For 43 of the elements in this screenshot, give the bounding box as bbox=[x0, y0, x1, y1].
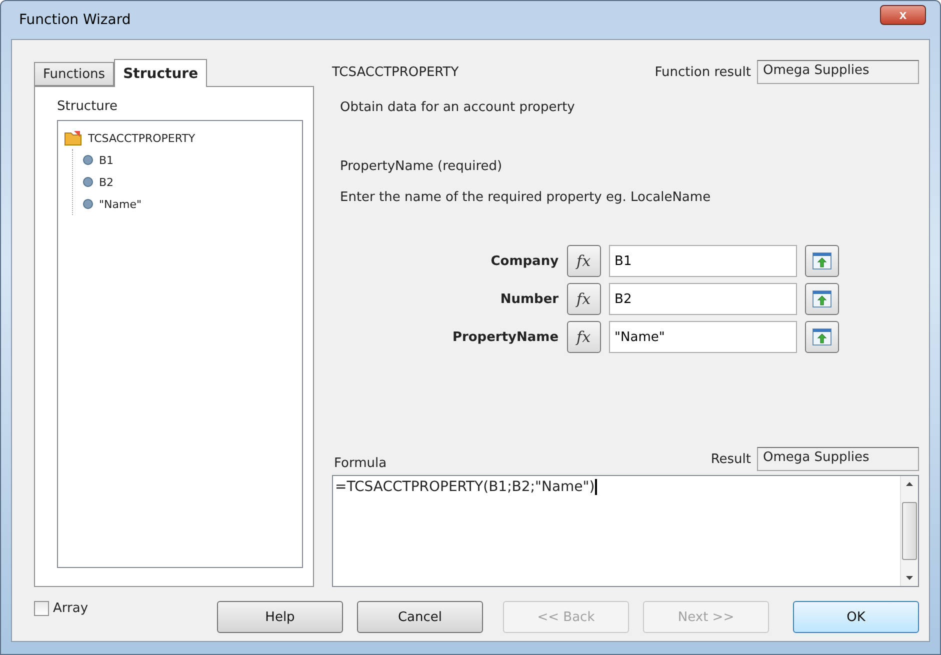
result-field: Omega Supplies bbox=[757, 447, 919, 471]
formula-field[interactable]: =TCSACCTPROPERTY(B1;B2;"Name") bbox=[332, 475, 919, 587]
tree-item[interactable]: B2 bbox=[99, 176, 114, 188]
up-arrow-icon bbox=[906, 482, 913, 486]
scrollbar[interactable] bbox=[900, 476, 918, 586]
structure-label: Structure bbox=[57, 99, 118, 114]
dot-icon bbox=[83, 155, 93, 165]
shrink-button[interactable] bbox=[804, 245, 839, 277]
argument-description: Enter the name of the required property eg. LocaleName bbox=[339, 190, 712, 205]
tab[interactable]: Functions bbox=[34, 62, 114, 86]
formula-text: =TCSACCTPROPERTY(B1;B2;"Name") bbox=[335, 479, 597, 495]
function-button[interactable]: fx bbox=[566, 245, 601, 277]
function-result-label: Function result bbox=[654, 64, 751, 80]
folder-icon bbox=[64, 130, 82, 146]
tree-item[interactable]: TCSACCTPROPERTY bbox=[88, 132, 196, 144]
argument-field[interactable]: B2 bbox=[608, 283, 797, 315]
tree-item[interactable]: B1 bbox=[99, 154, 114, 166]
argument-label: PropertyName bbox=[452, 330, 559, 344]
function-button[interactable]: fx bbox=[566, 321, 601, 353]
argument-field[interactable]: "Name" bbox=[608, 321, 797, 353]
shrink-button[interactable] bbox=[804, 321, 839, 353]
tree-item[interactable]: "Name" bbox=[99, 198, 142, 210]
dialog-button[interactable]: Cancel bbox=[357, 601, 483, 633]
dialog-button[interactable]: Help bbox=[217, 601, 343, 633]
down-arrow-icon bbox=[906, 576, 913, 580]
dot-icon bbox=[83, 177, 93, 187]
dot-icon bbox=[83, 199, 93, 209]
function-button[interactable]: fx bbox=[566, 283, 601, 315]
argument-field[interactable]: B1 bbox=[608, 245, 797, 277]
window-title: Function Wizard bbox=[19, 12, 131, 28]
array-label: Array bbox=[53, 601, 88, 616]
argument-label: Number bbox=[499, 292, 559, 306]
function-name: TCSACCTPROPERTY bbox=[332, 64, 459, 80]
argument-label: Company bbox=[490, 254, 559, 268]
tab[interactable]: Structure bbox=[114, 59, 208, 87]
formula-label: Formula bbox=[334, 456, 387, 471]
result-label: Result bbox=[710, 452, 751, 466]
dialog-button[interactable]: OK bbox=[793, 601, 919, 633]
shrink-button[interactable] bbox=[804, 283, 839, 315]
argument-title: PropertyName (required) bbox=[339, 159, 504, 174]
function-description: Obtain data for an account property bbox=[339, 100, 576, 115]
function-result-field: Omega Supplies bbox=[757, 60, 919, 84]
array-checkbox[interactable] bbox=[34, 601, 49, 616]
